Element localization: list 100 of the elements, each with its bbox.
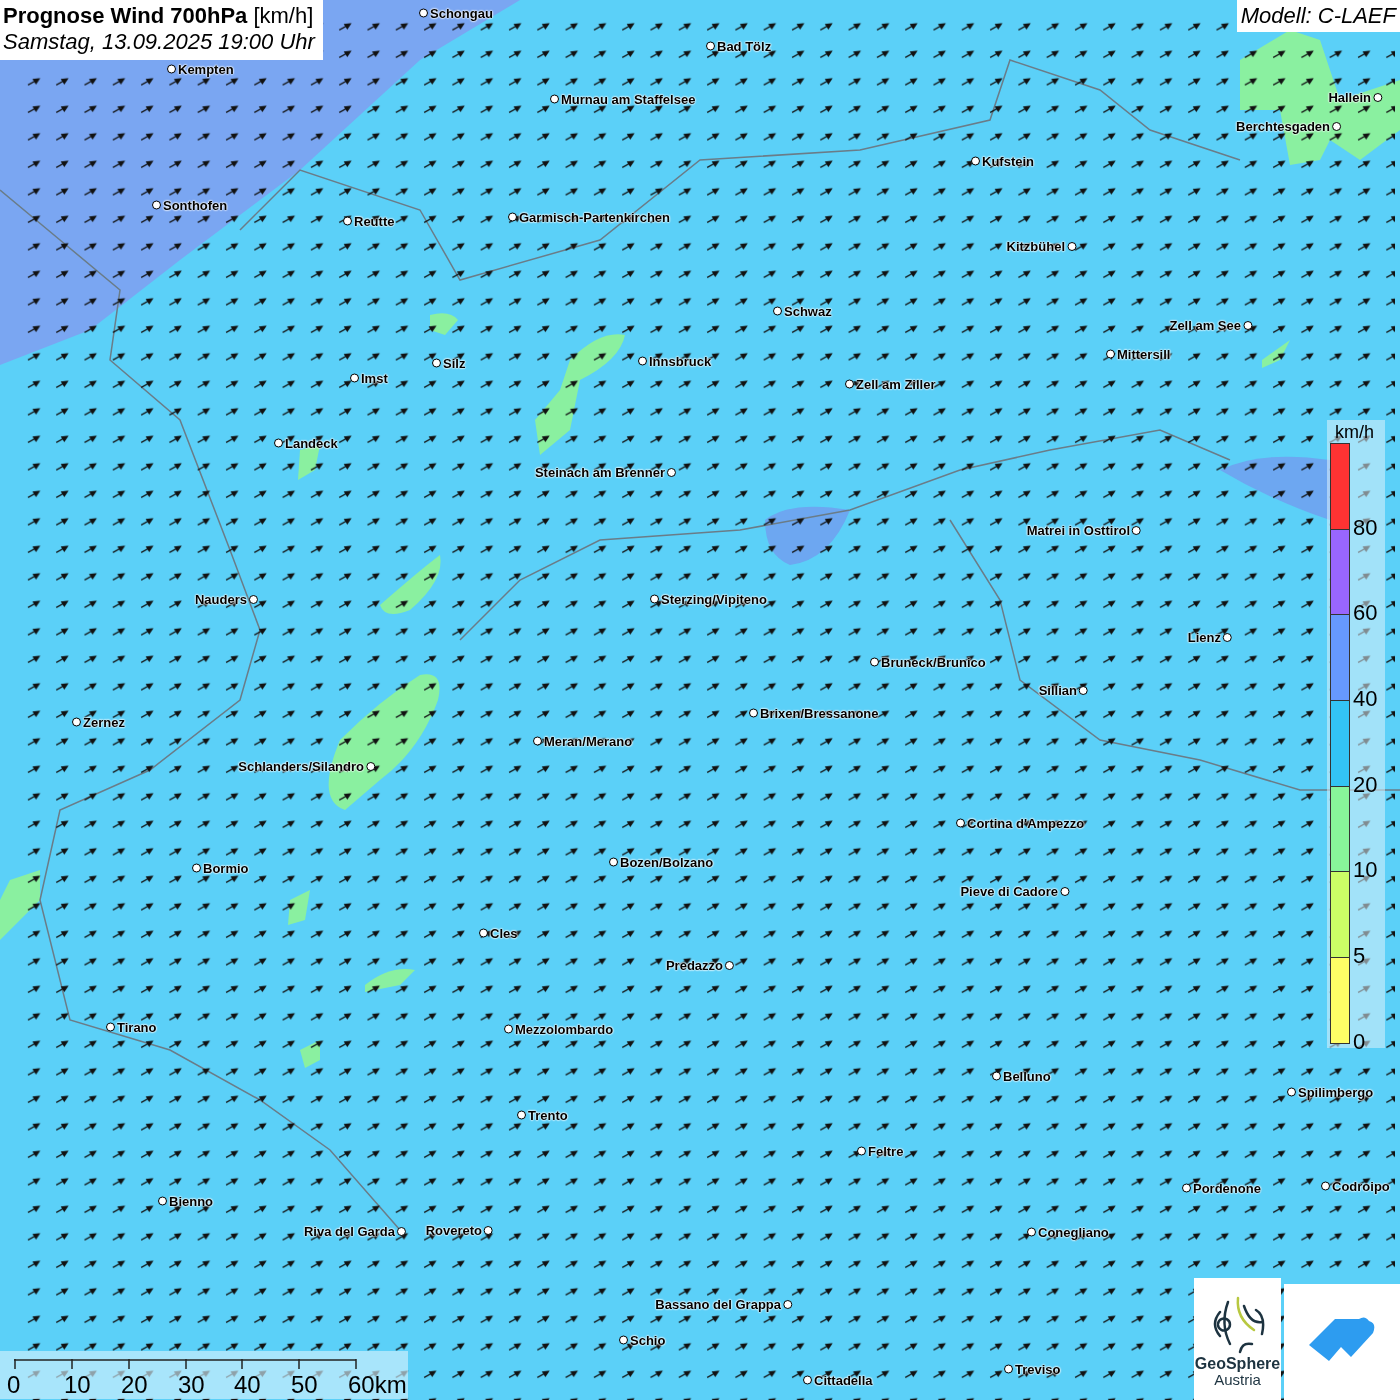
- city-marker-icon: [72, 717, 81, 727]
- city-label: Zernez: [83, 714, 125, 730]
- city-marker-icon: [479, 928, 488, 938]
- city-marker-icon: [992, 1071, 1001, 1081]
- city-marker-icon: [508, 212, 517, 222]
- scale-label: 10: [64, 1371, 91, 1399]
- city-label: Kempten: [178, 61, 234, 77]
- city-label: Codroipo: [1332, 1178, 1390, 1194]
- city-label: Reutte: [354, 213, 395, 229]
- city-label: Zell am See: [1169, 318, 1241, 333]
- city-marker-icon: [803, 1375, 812, 1385]
- city-marker-icon: [619, 1335, 628, 1345]
- legend-unit: km/h: [1335, 422, 1374, 443]
- city-marker-icon: [1132, 526, 1141, 535]
- city-marker-icon: [749, 708, 758, 718]
- city-label: Nauders: [194, 592, 247, 607]
- city-marker-icon: [857, 1146, 866, 1156]
- city-label: Sonthofen: [163, 197, 228, 213]
- city-label: Schio: [630, 1332, 666, 1348]
- city-label: Kitzbühel: [1006, 239, 1065, 254]
- city-marker-icon: [1060, 887, 1069, 896]
- city-marker-icon: [667, 468, 676, 477]
- city-marker-icon: [1067, 242, 1076, 251]
- model-label: Modell: C-LAEF: [1236, 0, 1400, 32]
- city-marker-icon: [870, 657, 879, 667]
- city-label: Kufstein: [982, 153, 1034, 169]
- map-title: Prognose Wind 700hPa [km/h]: [3, 3, 315, 30]
- city-marker-icon: [1079, 686, 1088, 695]
- logo-wordmark: GeoSphere: [1194, 1356, 1281, 1372]
- city-marker-icon: [1182, 1183, 1191, 1193]
- scale-label: 40: [234, 1371, 261, 1399]
- city-marker-icon: [706, 41, 715, 51]
- city-label: Matrei in Osttirol: [1026, 523, 1130, 538]
- city-label: Trento: [528, 1107, 568, 1123]
- city-marker-icon: [725, 961, 734, 970]
- city-marker-icon: [956, 818, 965, 828]
- city-marker-icon: [1243, 321, 1252, 330]
- scale-label: 50: [291, 1371, 318, 1399]
- city-label: Tirano: [117, 1019, 157, 1035]
- city-marker-icon: [158, 1196, 167, 1206]
- city-label: Schongau: [430, 5, 493, 21]
- city-label: Bassano del Grappa: [655, 1297, 781, 1312]
- city-marker-icon: [106, 1022, 115, 1032]
- city-marker-icon: [609, 857, 618, 867]
- city-label: Rovereto: [425, 1223, 482, 1238]
- city-label: Bormio: [203, 860, 249, 876]
- city-marker-icon: [484, 1226, 493, 1235]
- city-label: Murnau am Staffelsee: [561, 91, 696, 107]
- city-marker-icon: [1332, 122, 1341, 131]
- city-marker-icon: [650, 594, 659, 604]
- city-marker-icon: [1106, 349, 1115, 359]
- city-label: Bruneck/Brunico: [881, 654, 986, 670]
- city-marker-icon: [1223, 633, 1232, 642]
- city-label: Bad Tölz: [717, 38, 772, 54]
- scale-label: 0: [7, 1371, 21, 1399]
- city-marker-icon: [397, 1227, 406, 1236]
- city-label: Steinach am Brenner: [534, 465, 665, 480]
- city-label: Innsbruck: [649, 353, 712, 369]
- city-marker-icon: [783, 1300, 792, 1309]
- city-marker-icon: [638, 356, 647, 366]
- legend-tick-label: 40: [1353, 686, 1378, 713]
- city-label: Riva del Garda: [303, 1224, 395, 1239]
- city-marker-icon: [366, 762, 375, 771]
- city-marker-icon: [350, 373, 359, 383]
- city-label: Mezzolombardo: [515, 1021, 614, 1037]
- city-label: Feltre: [868, 1143, 904, 1159]
- legend-tick-label: 5: [1353, 943, 1366, 970]
- city-label: Berchtesgaden: [1236, 119, 1330, 134]
- forecast-time: Samstag, 13.09.2025 19:00 Uhr: [3, 29, 315, 56]
- city-label: Landeck: [285, 435, 338, 451]
- city-label: Spilimbergo: [1298, 1084, 1374, 1100]
- city-label: Cittadella: [814, 1372, 873, 1388]
- legend-tick-label: 0: [1353, 1028, 1366, 1055]
- city-label: Belluno: [1003, 1068, 1051, 1084]
- city-marker-icon: [1321, 1181, 1330, 1191]
- city-marker-icon: [517, 1110, 526, 1120]
- city-label: Schlanders/Silandro: [238, 759, 364, 774]
- city-label: Pordenone: [1193, 1180, 1261, 1196]
- city-label: Bozen/Bolzano: [620, 854, 714, 870]
- city-marker-icon: [971, 156, 980, 166]
- city-marker-icon: [1287, 1087, 1296, 1097]
- city-marker-icon: [419, 8, 428, 18]
- city-marker-icon: [773, 306, 782, 316]
- legend-tick-label: 60: [1353, 600, 1378, 627]
- city-label: Bienno: [169, 1193, 214, 1209]
- city-label: Imst: [361, 370, 388, 386]
- city-label: Sillian: [1038, 683, 1077, 698]
- city-marker-icon: [1004, 1364, 1013, 1374]
- city-marker-icon: [432, 358, 441, 368]
- city-label: Conegliano: [1038, 1224, 1109, 1240]
- city-label: Hallein: [1328, 90, 1371, 105]
- city-marker-icon: [249, 595, 258, 604]
- city-marker-icon: [1373, 93, 1382, 102]
- city-label: Predazzo: [665, 958, 723, 973]
- legend-tick-label: 10: [1353, 857, 1378, 884]
- city-marker-icon: [274, 438, 283, 448]
- city-marker-icon: [504, 1024, 513, 1034]
- city-label: Sterzing/Vipiteno: [661, 591, 767, 607]
- city-marker-icon: [152, 200, 161, 210]
- city-marker-icon: [343, 216, 352, 226]
